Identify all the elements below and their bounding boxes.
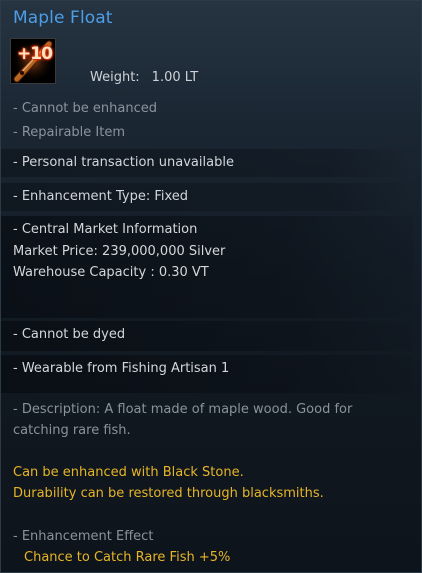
enhancement-level-badge: +10 [17, 44, 53, 64]
description-line-2: catching rare fish. [13, 423, 131, 438]
warehouse-capacity-text: Warehouse Capacity : 0.30 VT [13, 265, 209, 280]
weight-row: Weight: 1.00 LT [90, 70, 198, 85]
cannot-be-dyed-text: - Cannot be dyed [13, 327, 126, 342]
market-price-text: Market Price: 239,000,000 Silver [13, 244, 226, 259]
repairable-item-text: - Repairable Item [13, 125, 125, 140]
market-info-heading: - Central Market Information [13, 222, 198, 237]
weight-value: 1.00 LT [151, 70, 199, 85]
item-tooltip: Maple Float +10 Weight: 1.00 LT - Cannot… [0, 0, 422, 573]
personal-transaction-text: - Personal transaction unavailable [13, 155, 234, 170]
item-name: Maple Float [13, 8, 113, 28]
black-stone-note: Can be enhanced with Black Stone. [13, 465, 244, 480]
cannot-be-enhanced-text: - Cannot be enhanced [13, 101, 157, 116]
enhancement-effect-heading: - Enhancement Effect [13, 529, 154, 544]
durability-note: Durability can be restored through black… [13, 486, 324, 501]
item-icon-slot[interactable]: +10 [10, 38, 56, 84]
enhancement-type-text: - Enhancement Type: Fixed [13, 189, 189, 204]
wearable-requirement-text: - Wearable from Fishing Artisan 1 [13, 361, 230, 376]
enhancement-effect-value: Chance to Catch Rare Fish +5% [24, 550, 231, 565]
description-line-1: - Description: A float made of maple woo… [13, 402, 353, 417]
weight-label: Weight: [90, 70, 140, 85]
